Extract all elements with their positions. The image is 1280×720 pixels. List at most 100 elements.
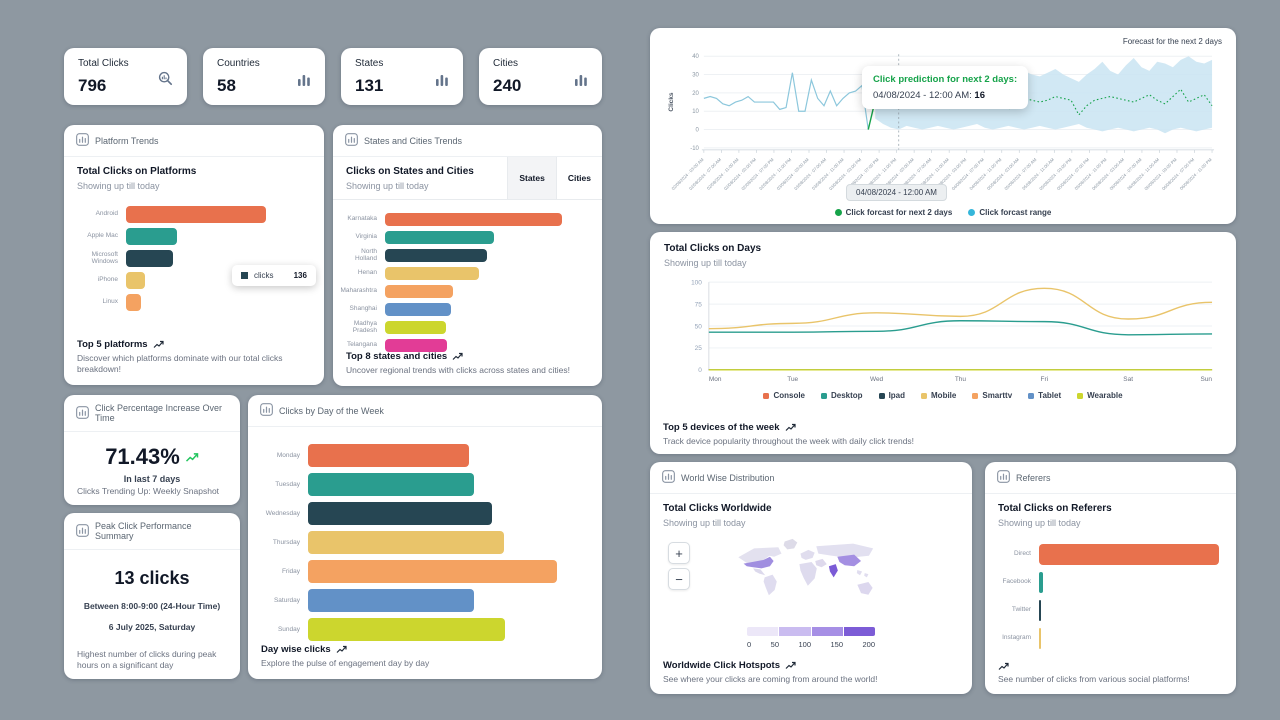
bar[interactable]: [385, 303, 451, 316]
card-header-title: Clicks by Day of the Week: [279, 406, 384, 416]
bar[interactable]: [385, 285, 453, 298]
bar-row: Maharashtra: [339, 282, 589, 300]
bar[interactable]: [126, 206, 266, 223]
legend-item[interactable]: Smarttv: [972, 391, 1012, 400]
legend-item[interactable]: Click forcast range: [968, 208, 1051, 217]
svg-text:06/08/2024 - 07:00 PM: 06/08/2024 - 07:00 PM: [1161, 157, 1196, 192]
chart-subtitle: Showing up till today: [998, 518, 1223, 528]
devices-line-svg[interactable]: 1007550250MonTueWedThuFriSatSun: [664, 274, 1222, 386]
bar-label: Sunday: [256, 626, 308, 633]
legend-swatch: [1028, 393, 1034, 399]
bar[interactable]: [385, 231, 494, 244]
bar-chart-icon: [435, 73, 449, 91]
bar-row: Thursday: [256, 528, 576, 557]
svg-text:02/08/2024 - 11:00 AM: 02/08/2024 - 11:00 AM: [706, 157, 740, 191]
tab-states[interactable]: States: [507, 157, 556, 199]
referers-card: Referers Total Clicks on Referers Showin…: [985, 462, 1236, 694]
map-color-scale: 0 50 100 150 200: [747, 627, 875, 649]
svg-text:100: 100: [691, 279, 702, 286]
svg-text:06/08/2024 - 11:00 AM: 06/08/2024 - 11:00 AM: [1126, 157, 1160, 191]
legend-swatch: [968, 209, 975, 216]
bar-label: Apple Mac: [70, 232, 126, 239]
bar[interactable]: [126, 294, 141, 311]
world-map[interactable]: [732, 534, 890, 618]
svg-text:30: 30: [692, 73, 699, 79]
scale-tick: 150: [830, 640, 843, 649]
chart-subtitle: Showing up till today: [77, 181, 311, 191]
legend-swatch: [921, 393, 927, 399]
tab-cities[interactable]: Cities: [556, 157, 602, 199]
chart-card-icon: [76, 133, 89, 148]
stat-value: 240: [493, 76, 521, 96]
bar[interactable]: [308, 502, 492, 525]
bar[interactable]: [308, 473, 474, 496]
bar[interactable]: [385, 249, 487, 262]
bar[interactable]: [308, 618, 505, 641]
devices-legend: Console Desktop Ipad Mobile Smarttv Tablet Wea…: [650, 391, 1236, 400]
stat-card-states: States 131: [341, 48, 463, 105]
svg-text:05/08/2024 - 07:00 AM: 05/08/2024 - 07:00 AM: [1003, 157, 1037, 191]
svg-text:02/08/2024 - 03:00 PM: 02/08/2024 - 03:00 PM: [723, 157, 758, 192]
bar-label: Virginia: [339, 233, 385, 240]
footer-title: Top 5 platforms: [77, 339, 148, 350]
tooltip-series-swatch: [241, 272, 248, 279]
bar[interactable]: [385, 321, 446, 334]
card-header-title: Peak Click Performance Summary: [95, 521, 228, 541]
svg-text:Wed: Wed: [870, 376, 884, 383]
chart-card-icon: [997, 470, 1010, 485]
legend-item[interactable]: Wearable: [1077, 391, 1122, 400]
legend-item[interactable]: Ipad: [879, 391, 905, 400]
week-bar-chart: MondayTuesdayWednesdayThursdayFridaySatu…: [248, 427, 602, 644]
week-clicks-card: Clicks by Day of the Week MondayTuesdayW…: [248, 395, 602, 679]
svg-text:03/08/2024 - 07:00 AM: 03/08/2024 - 07:00 AM: [793, 157, 827, 191]
bar-label: Twitter: [989, 606, 1039, 613]
bar[interactable]: [126, 228, 177, 245]
states-bar-chart: KarnatakaVirginiaNorth HollandHenanMahar…: [333, 200, 602, 354]
map-scale-ticks: 0 50 100 150 200: [747, 640, 875, 649]
bar[interactable]: [308, 444, 469, 467]
bar[interactable]: [1039, 572, 1043, 593]
card-header: Peak Click Performance Summary: [64, 513, 240, 550]
tooltip-series: clicks: [254, 271, 274, 280]
bar[interactable]: [385, 213, 562, 226]
card-header-title: States and Cities Trends: [364, 136, 462, 146]
svg-text:Mon: Mon: [709, 376, 722, 383]
bar[interactable]: [126, 250, 173, 267]
chart-subtitle: Showing up till today: [663, 518, 959, 528]
bar[interactable]: [1039, 544, 1219, 565]
stat-value: 131: [355, 76, 383, 96]
chart-title: Total Clicks on Platforms: [77, 166, 311, 177]
legend-item[interactable]: Click forcast for next 2 days: [835, 208, 953, 217]
map-zoom-in-button[interactable]: +: [668, 542, 690, 564]
referers-bar-chart: DirectFacebookTwitterInstagram: [985, 532, 1236, 652]
svg-text:06/08/2024 - 03:00 AM: 06/08/2024 - 03:00 AM: [1091, 157, 1125, 191]
scale-tick: 100: [798, 640, 811, 649]
bar[interactable]: [308, 560, 557, 583]
bar[interactable]: [1039, 600, 1041, 621]
trend-up-icon: [998, 662, 1009, 671]
bar[interactable]: [308, 531, 504, 554]
legend-item[interactable]: Tablet: [1028, 391, 1061, 400]
svg-text:Fri: Fri: [1041, 376, 1049, 383]
bar[interactable]: [385, 339, 447, 352]
legend-item[interactable]: Desktop: [821, 391, 863, 400]
forecast-svg[interactable]: 403020100-1002/08/2024 - 03:00 AM02/08/2…: [664, 40, 1222, 192]
chart-title: Total Clicks on Referers: [998, 503, 1223, 514]
bar-label: Microsoft Windows: [70, 251, 126, 266]
bar-label: Saturday: [256, 597, 308, 604]
bar[interactable]: [308, 589, 474, 612]
legend-item[interactable]: Mobile: [921, 391, 956, 400]
svg-text:04/08/2024 - 11:00 PM: 04/08/2024 - 11:00 PM: [968, 157, 1002, 191]
legend-item[interactable]: Console: [763, 391, 805, 400]
bar[interactable]: [1039, 628, 1041, 649]
bar[interactable]: [385, 267, 479, 280]
legend-swatch: [821, 393, 827, 399]
scale-tick: 50: [771, 640, 779, 649]
tooltip-value: 136: [294, 271, 307, 280]
map-zoom-out-button[interactable]: −: [668, 568, 690, 590]
bar[interactable]: [126, 272, 145, 289]
svg-text:Thu: Thu: [955, 376, 967, 383]
scale-tick: 200: [862, 640, 875, 649]
forecast-card: Forecast for the next 2 days 403020100-1…: [650, 28, 1236, 224]
bar-label: Android: [70, 210, 126, 217]
